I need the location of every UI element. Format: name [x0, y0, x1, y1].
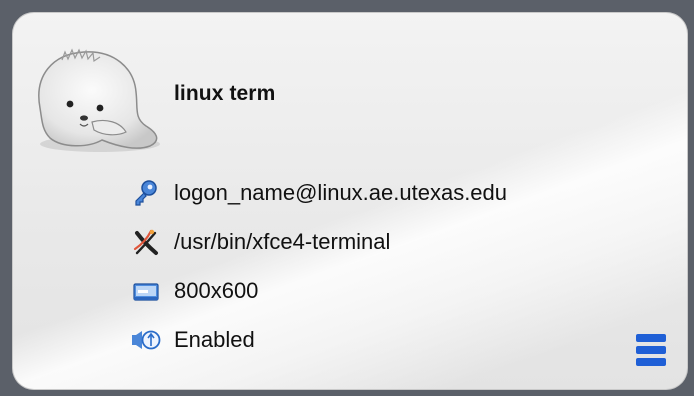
host-address: logon_name@linux.ae.utexas.edu: [174, 180, 508, 205]
hamburger-menu-icon: [636, 334, 666, 366]
resolution-row: 800x600: [128, 274, 258, 308]
menu-button[interactable]: [634, 332, 668, 368]
display-icon: [128, 276, 164, 306]
command-row: /usr/bin/xfce4-terminal: [128, 225, 390, 259]
sound-status: Enabled: [174, 327, 255, 352]
window-frame: linux term logon_name@linux.ae.utexas.ed…: [0, 0, 694, 396]
session-card[interactable]: linux term logon_name@linux.ae.utexas.ed…: [12, 12, 688, 390]
key-icon: [128, 178, 164, 208]
speaker-icon: [128, 325, 164, 355]
seal-avatar-icon: [22, 26, 172, 156]
command-path: /usr/bin/xfce4-terminal: [174, 229, 391, 254]
host-row: logon_name@linux.ae.utexas.edu: [128, 176, 507, 210]
resolution-value: 800x600: [174, 278, 259, 303]
x11-application-icon: [128, 227, 164, 257]
session-title: linux term: [174, 82, 276, 105]
sound-row: Enabled: [128, 323, 255, 357]
